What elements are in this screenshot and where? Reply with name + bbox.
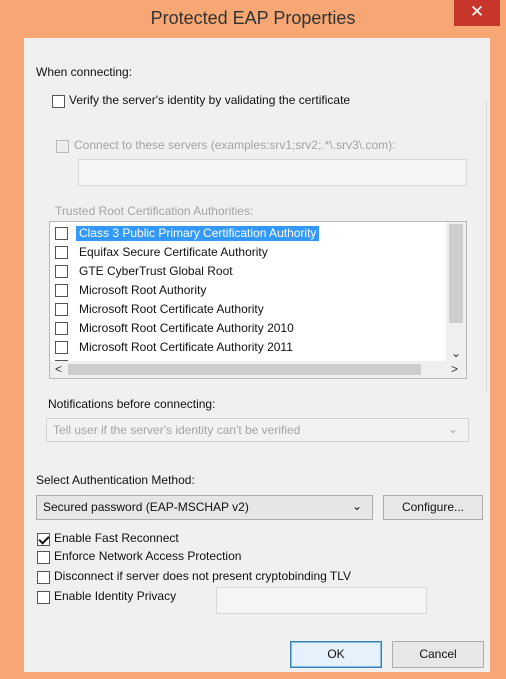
close-icon: ✕ — [469, 2, 485, 21]
connect-servers-label: Connect to these servers (examples:srv1;… — [74, 138, 396, 152]
ca-checkbox[interactable] — [55, 265, 68, 278]
horizontal-scrollbar[interactable]: < > — [50, 361, 465, 378]
fast-reconnect-checkbox[interactable] — [37, 533, 50, 546]
ca-checkbox[interactable] — [55, 284, 68, 297]
trusted-ca-list[interactable]: Class 3 Public Primary Certification Aut… — [49, 221, 467, 379]
ca-label: Microsoft Root Certificate Authority 201… — [79, 321, 294, 335]
verify-cert-checkbox[interactable] — [52, 95, 65, 108]
close-button[interactable]: ✕ — [454, 0, 500, 26]
auth-method-select[interactable]: Secured password (EAP-MSCHAP v2) ⌄ — [36, 495, 373, 520]
vertical-scroll-thumb[interactable] — [449, 224, 463, 323]
identity-privacy-input[interactable] — [216, 587, 427, 614]
identity-privacy-label: Enable Identity Privacy — [54, 589, 177, 603]
ca-list-item[interactable]: Microsoft Root Certificate Authority 201… — [50, 319, 460, 338]
cancel-button[interactable]: Cancel — [392, 641, 484, 668]
ca-label: Microsoft Root Certificate Authority — [79, 302, 264, 316]
chevron-down-icon: ⌄ — [351, 499, 362, 513]
ca-label: Microsoft Root Certificate Authority 201… — [79, 340, 293, 354]
scroll-right-icon[interactable]: > — [451, 362, 458, 376]
ca-checkbox[interactable] — [55, 341, 68, 354]
ca-list-item[interactable]: Class 3 Public Primary Certification Aut… — [50, 224, 460, 243]
ca-list-item[interactable]: GTE CyberTrust Global Root — [50, 262, 460, 281]
servers-input[interactable] — [78, 159, 467, 186]
ca-label: Class 3 Public Primary Certification Aut… — [76, 226, 320, 241]
title-bar[interactable]: Protected EAP Properties ✕ — [0, 0, 506, 38]
ca-checkbox[interactable] — [55, 303, 68, 316]
notifications-label: Notifications before connecting: — [48, 397, 216, 411]
scroll-down-icon[interactable]: ⌄ — [451, 346, 461, 360]
verify-cert-label: Verify the server's identity by validati… — [69, 93, 355, 107]
dialog-body: When connecting: Verify the server's ide… — [24, 38, 490, 672]
identity-privacy-checkbox[interactable] — [37, 591, 50, 604]
ca-list-item[interactable]: Microsoft Root Certificate Authority 201… — [50, 338, 460, 357]
ca-list-item[interactable]: Microsoft Root Certificate Authority — [50, 300, 460, 319]
ca-checkbox[interactable] — [55, 246, 68, 259]
trusted-ca-label: Trusted Root Certification Authorities: — [55, 204, 254, 218]
enforce-nap-label: Enforce Network Access Protection — [54, 549, 242, 563]
notifications-value: Tell user if the server's identity can't… — [53, 423, 301, 437]
auth-method-label: Select Authentication Method: — [36, 473, 195, 487]
chevron-down-icon: ⌄ — [447, 422, 458, 436]
scroll-left-icon[interactable]: < — [55, 362, 62, 376]
ca-checkbox[interactable] — [55, 227, 68, 240]
configure-button[interactable]: Configure... — [383, 495, 483, 520]
connect-servers-checkbox[interactable] — [56, 140, 69, 153]
enforce-nap-checkbox[interactable] — [37, 551, 50, 564]
ca-list-item[interactable]: Microsoft Root Authority — [50, 281, 460, 300]
vertical-scrollbar[interactable]: ⌄ — [446, 222, 466, 374]
ca-checkbox[interactable] — [55, 322, 68, 335]
cryptobinding-checkbox[interactable] — [37, 571, 50, 584]
fast-reconnect-label: Enable Fast Reconnect — [54, 531, 179, 545]
horizontal-scroll-thumb[interactable] — [68, 364, 421, 375]
cryptobinding-label: Disconnect if server does not present cr… — [54, 569, 352, 583]
ca-label: GTE CyberTrust Global Root — [79, 264, 233, 278]
dialog-title: Protected EAP Properties — [150, 8, 356, 28]
notifications-select[interactable]: Tell user if the server's identity can't… — [46, 418, 469, 442]
ok-button[interactable]: OK — [290, 641, 382, 668]
dialog-window: Protected EAP Properties ✕ When connecti… — [0, 0, 506, 679]
ca-label: Microsoft Root Authority — [79, 283, 207, 297]
ca-label: Equifax Secure Certificate Authority — [79, 245, 268, 259]
ca-list-item[interactable]: Equifax Secure Certificate Authority — [50, 243, 460, 262]
auth-method-value: Secured password (EAP-MSCHAP v2) — [43, 500, 249, 514]
when-connecting-label: When connecting: — [36, 65, 133, 79]
